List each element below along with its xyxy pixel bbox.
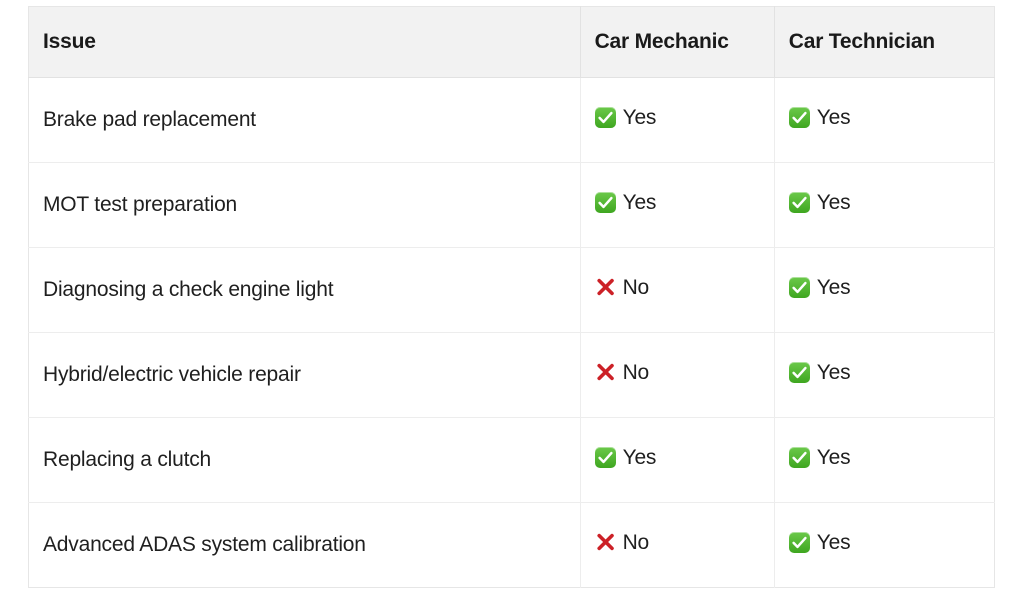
cell-car-mechanic: No — [580, 502, 775, 588]
value-label: Yes — [622, 105, 657, 129]
table-row: Hybrid/electric vehicle repair No Yes — [28, 332, 995, 418]
check-mark-icon — [788, 361, 810, 383]
cell-car-technician: Yes — [774, 417, 995, 503]
value-group: Yes — [594, 445, 657, 469]
cell-car-technician: Yes — [774, 332, 995, 418]
comparison-table: Issue Car Mechanic Car Technician Brake … — [28, 6, 995, 588]
cell-car-mechanic: Yes — [580, 77, 775, 163]
cell-issue: Advanced ADAS system calibration — [28, 502, 581, 588]
value-label: No — [622, 360, 650, 384]
cell-car-technician: Yes — [774, 77, 995, 163]
table-header: Issue Car Mechanic Car Technician — [28, 6, 995, 78]
table-body: Brake pad replacement Yes Yes MOT test prep… — [28, 77, 995, 588]
check-mark-icon — [594, 446, 616, 468]
check-mark-icon — [594, 106, 616, 128]
cell-car-technician: Yes — [774, 503, 994, 588]
comparison-table-page: Issue Car Mechanic Car Technician Brake … — [0, 0, 1024, 598]
table-row: Brake pad replacement Yes Yes — [28, 77, 995, 163]
value-label: No — [622, 530, 650, 554]
value-label: Yes — [622, 190, 657, 214]
check-mark-icon — [594, 191, 616, 213]
cell-car-mechanic: No — [580, 247, 775, 333]
value-label: Yes — [816, 190, 851, 214]
value-label: Yes — [816, 360, 851, 384]
cell-issue: Brake pad replacement — [28, 77, 581, 163]
value-label: Yes — [816, 445, 851, 469]
cell-issue: MOT test preparation — [28, 162, 581, 248]
value-group: No — [595, 362, 649, 383]
value-group: Yes — [788, 530, 851, 554]
value-group: Yes — [788, 275, 851, 299]
value-group: No — [595, 277, 649, 298]
value-group: Yes — [594, 190, 657, 214]
value-group: Yes — [788, 105, 851, 129]
value-group: Yes — [594, 105, 657, 129]
comparison-table-container: Issue Car Mechanic Car Technician Brake … — [28, 6, 995, 588]
cell-car-technician: Yes — [774, 247, 995, 333]
value-label: Yes — [816, 105, 851, 129]
table-row: Advanced ADAS system calibration No Yes — [28, 502, 995, 588]
check-mark-icon — [788, 191, 810, 213]
table-row: MOT test preparation Yes Yes — [28, 162, 995, 248]
value-group: Yes — [788, 360, 851, 384]
cell-car-technician: Yes — [774, 162, 995, 248]
table-row: Replacing a clutch Yes Yes — [28, 417, 995, 503]
cell-issue: Diagnosing a check engine light — [28, 247, 581, 333]
value-label: Yes — [816, 275, 851, 299]
check-mark-icon — [788, 531, 810, 553]
cell-car-mechanic: Yes — [580, 417, 775, 503]
cross-mark-icon — [595, 362, 616, 383]
value-group: Yes — [788, 190, 851, 214]
value-group: No — [595, 532, 649, 553]
cross-mark-icon — [595, 532, 616, 553]
check-mark-icon — [788, 276, 810, 298]
check-mark-icon — [788, 106, 810, 128]
check-mark-icon — [788, 446, 810, 468]
cell-car-mechanic: No — [580, 332, 775, 418]
column-header-issue: Issue — [28, 6, 581, 78]
value-label: Yes — [816, 530, 851, 554]
table-row: Diagnosing a check engine light No Yes — [28, 247, 995, 333]
cell-issue: Replacing a clutch — [28, 417, 581, 503]
cell-issue: Hybrid/electric vehicle repair — [28, 332, 581, 418]
column-header-car-technician: Car Technician — [774, 6, 995, 78]
table-header-row: Issue Car Mechanic Car Technician — [28, 6, 995, 78]
value-label: No — [622, 275, 650, 299]
value-label: Yes — [622, 445, 657, 469]
column-header-car-mechanic: Car Mechanic — [580, 6, 775, 78]
cross-mark-icon — [595, 277, 616, 298]
value-group: Yes — [788, 445, 851, 469]
cell-car-mechanic: Yes — [580, 162, 775, 248]
